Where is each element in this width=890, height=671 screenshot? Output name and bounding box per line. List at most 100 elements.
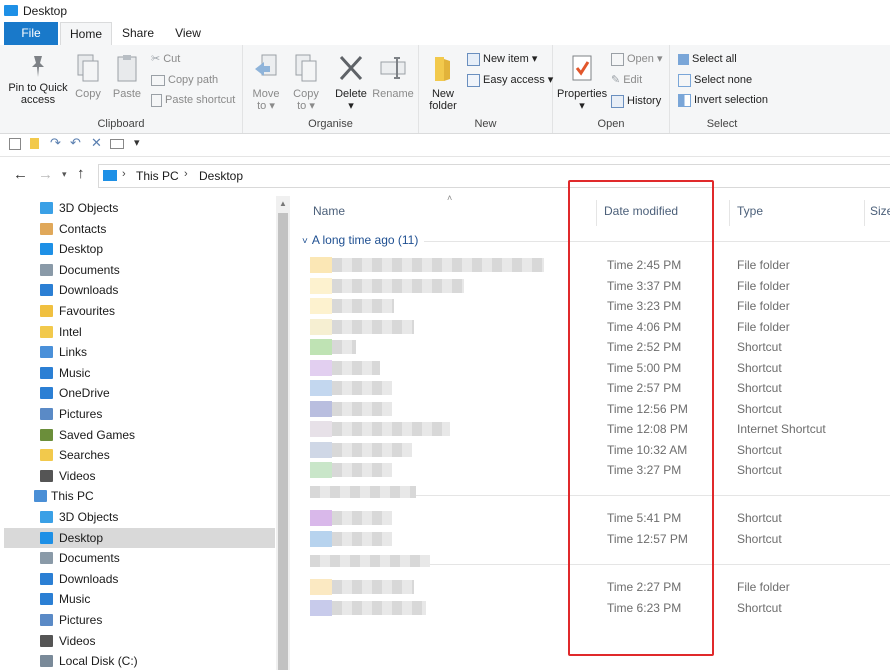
file-icon bbox=[310, 359, 332, 376]
customize-qat-icon[interactable]: ▾ bbox=[134, 136, 140, 149]
open-label-group: Open bbox=[597, 118, 625, 130]
music-icon bbox=[40, 366, 53, 379]
redo-icon[interactable]: ↷ bbox=[50, 135, 61, 151]
nav-item[interactable]: Music bbox=[4, 589, 275, 609]
new-item-label: New item bbox=[483, 53, 529, 65]
nav-item[interactable]: OneDrive bbox=[4, 383, 275, 403]
nav-item[interactable]: Local Disk (C:) bbox=[4, 651, 275, 671]
nav-item[interactable]: Favourites bbox=[4, 301, 275, 321]
pin-to-quick-access-button[interactable]: Pin to Quick access bbox=[6, 53, 70, 106]
recent-locations-icon[interactable]: ▾ bbox=[62, 169, 67, 180]
redacted-filename bbox=[332, 360, 380, 375]
file-icon bbox=[310, 257, 332, 273]
nav-item[interactable]: Searches bbox=[4, 445, 275, 465]
group-header[interactable]: ˅ A long time ago (11) bbox=[302, 233, 418, 247]
nav-item[interactable]: Documents bbox=[4, 260, 275, 280]
copy-button[interactable]: Copy bbox=[72, 53, 104, 100]
nav-item[interactable]: Links bbox=[4, 342, 275, 362]
computer-icon bbox=[34, 490, 47, 503]
edit-icon: ✎ bbox=[611, 74, 621, 87]
breadcrumb-this-pc[interactable]: This PC bbox=[136, 169, 179, 183]
nav-item[interactable]: Music bbox=[4, 363, 275, 383]
nav-item-label: OneDrive bbox=[59, 386, 110, 401]
nav-item-this-pc[interactable]: This PC bbox=[4, 486, 275, 506]
breadcrumb-separator-icon[interactable]: › bbox=[184, 168, 188, 180]
nav-item[interactable]: Saved Games bbox=[4, 425, 275, 445]
nav-item-label: Contacts bbox=[59, 221, 107, 236]
breadcrumb-separator-icon[interactable]: › bbox=[122, 168, 126, 180]
new-label: New bbox=[474, 118, 497, 130]
nav-item[interactable]: Downloads bbox=[4, 569, 275, 589]
new-folder-qat-icon[interactable] bbox=[30, 138, 39, 149]
invert-selection-label: Invert selection bbox=[694, 94, 768, 106]
redacted-group-header bbox=[310, 486, 416, 498]
select-all-button[interactable]: Select all bbox=[678, 50, 737, 68]
easy-access-button[interactable]: Easy access ▾ bbox=[467, 71, 553, 89]
column-divider[interactable] bbox=[729, 200, 730, 226]
history-button[interactable]: History bbox=[611, 92, 661, 110]
delete-qat-icon[interactable]: ✕ bbox=[91, 135, 102, 151]
copy-to-button[interactable]: Copy to ▾ bbox=[289, 53, 323, 112]
delete-label: Delete ▾ bbox=[335, 88, 367, 112]
new-item-button[interactable]: New item ▾ bbox=[467, 50, 537, 68]
column-divider[interactable] bbox=[864, 200, 865, 226]
properties-qat-icon[interactable] bbox=[9, 138, 21, 150]
nav-item-label: Searches bbox=[59, 448, 110, 463]
group-label: A long time ago (11) bbox=[311, 233, 419, 247]
rename-qat-icon[interactable] bbox=[110, 139, 124, 149]
forward-arrow-icon[interactable]: → bbox=[38, 166, 53, 183]
open-icon bbox=[611, 52, 624, 66]
up-arrow-icon[interactable]: ↑ bbox=[77, 165, 85, 182]
nav-item[interactable]: Videos bbox=[4, 631, 275, 651]
paste-shortcut-label: Paste shortcut bbox=[165, 94, 236, 106]
tab-file[interactable]: File bbox=[4, 22, 58, 45]
nav-item-label: Desktop bbox=[59, 530, 104, 545]
nav-item[interactable]: 3D Objects bbox=[4, 507, 275, 527]
address-bar[interactable]: › This PC › Desktop bbox=[98, 164, 890, 188]
column-header-name[interactable]: Name bbox=[313, 204, 345, 218]
nav-item[interactable]: Desktop bbox=[4, 527, 275, 548]
column-header-type[interactable]: Type bbox=[737, 204, 763, 218]
new-folder-button[interactable]: New folder bbox=[423, 53, 463, 112]
nav-item[interactable]: Contacts bbox=[4, 219, 275, 239]
nav-item[interactable]: Videos bbox=[4, 466, 275, 486]
link-folder-icon bbox=[40, 346, 53, 359]
tab-share[interactable]: Share bbox=[114, 22, 162, 45]
nav-item[interactable]: Desktop bbox=[4, 239, 275, 259]
breadcrumb-desktop[interactable]: Desktop bbox=[199, 169, 243, 183]
rename-button[interactable]: Rename bbox=[371, 53, 415, 100]
copy-path-button[interactable]: Copy path bbox=[151, 71, 218, 89]
properties-button[interactable]: Properties ▾ bbox=[557, 53, 607, 112]
delete-button[interactable]: Delete ▾ bbox=[333, 53, 369, 112]
select-none-button[interactable]: Select none bbox=[678, 71, 752, 89]
nav-item[interactable]: Pictures bbox=[4, 404, 275, 424]
paste-button[interactable]: Paste bbox=[110, 53, 144, 100]
undo-icon[interactable]: ↶ bbox=[70, 135, 81, 151]
redacted-filename bbox=[332, 299, 394, 313]
invert-selection-button[interactable]: Invert selection bbox=[678, 91, 768, 109]
navigation-scrollbar-thumb[interactable] bbox=[278, 213, 288, 670]
pin-label: Pin to Quick access bbox=[8, 82, 68, 106]
download-icon bbox=[40, 572, 53, 585]
redacted-filename bbox=[332, 463, 392, 477]
nav-item[interactable]: Pictures bbox=[4, 610, 275, 630]
nav-item[interactable]: Downloads bbox=[4, 280, 275, 300]
desktop-icon bbox=[40, 531, 53, 544]
easy-access-label: Easy access bbox=[483, 74, 545, 86]
paste-shortcut-button[interactable]: Paste shortcut bbox=[151, 91, 235, 109]
tab-home[interactable]: Home bbox=[60, 22, 112, 46]
column-header-size[interactable]: Size bbox=[870, 204, 890, 218]
cut-button[interactable]: ✂ Cut bbox=[151, 50, 180, 68]
type-cell: Shortcut bbox=[737, 531, 782, 546]
desktop-location-icon bbox=[103, 170, 117, 181]
type-cell: File folder bbox=[737, 299, 790, 313]
back-arrow-icon[interactable]: ← bbox=[13, 166, 28, 183]
open-button[interactable]: Open ▾ bbox=[611, 50, 663, 68]
edit-button[interactable]: ✎ Edit bbox=[611, 71, 642, 89]
move-to-button[interactable]: Move to ▾ bbox=[249, 53, 283, 112]
nav-item[interactable]: Intel bbox=[4, 322, 275, 342]
nav-item[interactable]: Documents bbox=[4, 548, 275, 568]
tab-view[interactable]: View bbox=[166, 22, 210, 45]
nav-item[interactable]: 3D Objects bbox=[4, 198, 275, 218]
scroll-up-icon[interactable]: ▲ bbox=[279, 199, 287, 208]
